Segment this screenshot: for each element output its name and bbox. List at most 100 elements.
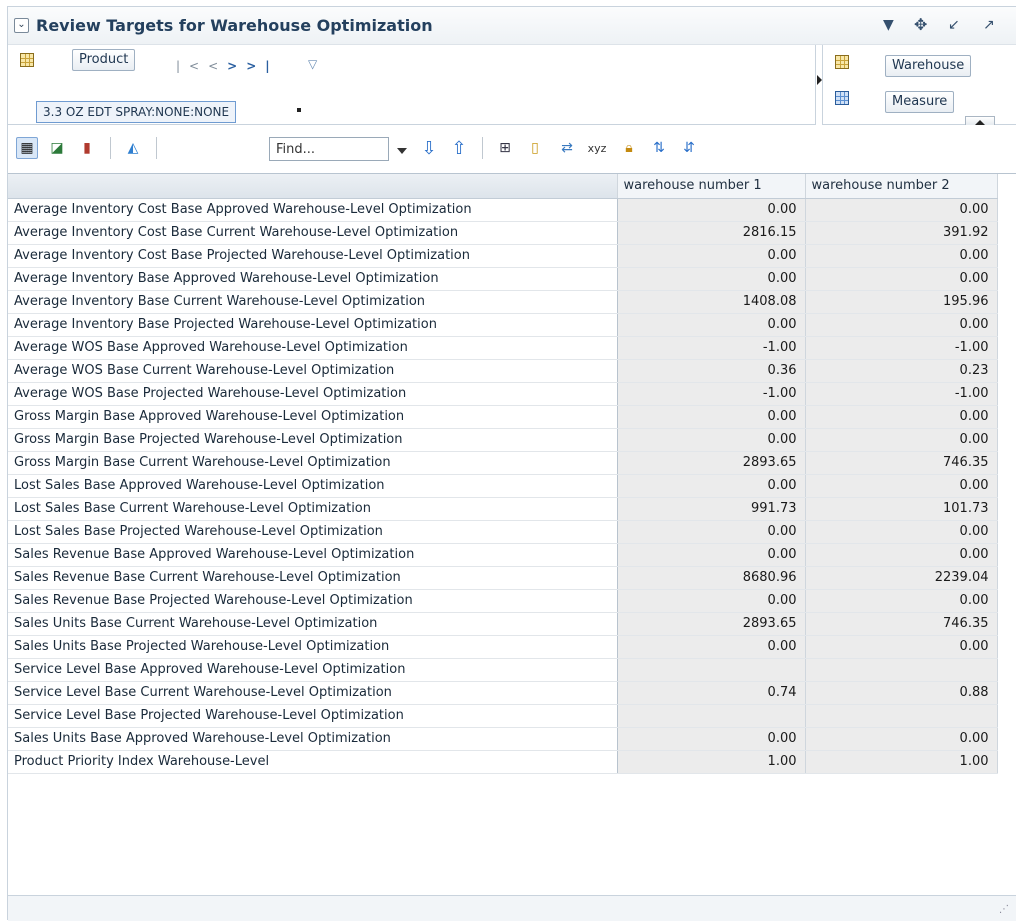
cell-warehouse-1[interactable]: 2816.15 xyxy=(617,221,806,245)
cell-warehouse-1[interactable]: 0.00 xyxy=(617,267,806,291)
row-header-measure[interactable]: Service Level Base Approved Warehouse-Le… xyxy=(8,658,618,682)
cell-warehouse-1[interactable]: -1.00 xyxy=(617,336,806,360)
cell-warehouse-2[interactable]: 0.00 xyxy=(805,543,998,567)
filter-icon[interactable]: ▽ xyxy=(308,57,317,71)
swap-axes-icon[interactable]: ⇄ xyxy=(556,137,578,159)
row-header-measure[interactable]: Lost Sales Base Approved Warehouse-Level… xyxy=(8,474,618,498)
row-header-measure[interactable]: Average Inventory Cost Base Approved War… xyxy=(8,198,618,222)
cell-warehouse-2[interactable]: 0.00 xyxy=(805,727,998,751)
cell-warehouse-1[interactable]: 0.00 xyxy=(617,727,806,751)
cell-warehouse-2[interactable]: 101.73 xyxy=(805,497,998,521)
cell-warehouse-1[interactable]: 0.00 xyxy=(617,543,806,567)
cell-warehouse-2[interactable]: 0.00 xyxy=(805,635,998,659)
last-member-icon[interactable]: >| xyxy=(246,59,278,73)
cell-warehouse-2[interactable]: -1.00 xyxy=(805,382,998,406)
cell-warehouse-1[interactable]: 0.00 xyxy=(617,198,806,222)
find-previous-icon[interactable]: ⇧ xyxy=(448,137,470,159)
cell-warehouse-1[interactable]: 0.00 xyxy=(617,474,806,498)
next-member-icon[interactable]: > xyxy=(227,59,246,73)
cell-warehouse-1[interactable]: 2893.65 xyxy=(617,451,806,475)
row-header-measure[interactable]: Lost Sales Base Projected Warehouse-Leve… xyxy=(8,520,618,544)
cell-warehouse-2[interactable]: 0.88 xyxy=(805,681,998,705)
bar-chart-icon[interactable]: ▮ xyxy=(76,137,98,159)
cell-warehouse-1[interactable]: 2893.65 xyxy=(617,612,806,636)
cell-warehouse-1[interactable]: 1.00 xyxy=(617,750,806,774)
row-header-measure[interactable]: Gross Margin Base Projected Warehouse-Le… xyxy=(8,428,618,452)
maximize-icon[interactable]: ↗ xyxy=(983,17,995,33)
cell-warehouse-1[interactable]: 0.00 xyxy=(617,405,806,429)
row-header-measure[interactable]: Service Level Base Current Warehouse-Lev… xyxy=(8,681,618,705)
row-header-measure[interactable]: Gross Margin Base Approved Warehouse-Lev… xyxy=(8,405,618,429)
cell-warehouse-1[interactable]: 991.73 xyxy=(617,497,806,521)
row-header-measure[interactable]: Gross Margin Base Current Warehouse-Leve… xyxy=(8,451,618,475)
row-header-measure[interactable]: Sales Revenue Base Projected Warehouse-L… xyxy=(8,589,618,613)
cell-warehouse-2[interactable]: 391.92 xyxy=(805,221,998,245)
cell-warehouse-2[interactable] xyxy=(805,704,998,728)
cell-warehouse-2[interactable]: 0.23 xyxy=(805,359,998,383)
find-next-icon[interactable]: ⇩ xyxy=(418,137,440,159)
row-header-measure[interactable]: Lost Sales Base Current Warehouse-Level … xyxy=(8,497,618,521)
cell-warehouse-1[interactable]: 0.00 xyxy=(617,635,806,659)
cell-warehouse-2[interactable]: 2239.04 xyxy=(805,566,998,590)
cell-warehouse-2[interactable]: 0.00 xyxy=(805,198,998,222)
find-input[interactable] xyxy=(269,137,389,161)
first-member-icon[interactable]: |< xyxy=(176,59,208,73)
row-header-measure[interactable]: Average Inventory Base Current Warehouse… xyxy=(8,290,618,314)
resize-grip-icon[interactable]: ⋰ xyxy=(999,904,1009,915)
cell-warehouse-1[interactable]: 0.00 xyxy=(617,428,806,452)
collapse-icon[interactable]: ⌄ xyxy=(14,18,29,33)
export-icon[interactable]: ⊞ xyxy=(494,137,516,159)
cell-warehouse-1[interactable]: 0.00 xyxy=(617,589,806,613)
measure-dimension-tile[interactable]: Measure xyxy=(885,91,955,113)
row-header-measure[interactable]: Sales Units Base Projected Warehouse-Lev… xyxy=(8,635,618,659)
row-header-measure[interactable]: Sales Revenue Base Current Warehouse-Lev… xyxy=(8,566,618,590)
column-header-warehouse-1[interactable]: warehouse number 1 xyxy=(617,174,806,199)
row-header-measure[interactable]: Average WOS Base Current Warehouse-Level… xyxy=(8,359,618,383)
column-header-warehouse-2[interactable]: warehouse number 2 xyxy=(805,174,998,199)
cell-warehouse-1[interactable]: 0.00 xyxy=(617,244,806,268)
cell-warehouse-1[interactable]: 0.00 xyxy=(617,313,806,337)
column-layout-icon[interactable]: ▯ xyxy=(524,137,546,159)
cell-warehouse-1[interactable]: 8680.96 xyxy=(617,566,806,590)
row-header-measure[interactable]: Product Priority Index Warehouse-Level xyxy=(8,750,618,774)
row-header-measure[interactable]: Average Inventory Cost Base Current Ware… xyxy=(8,221,618,245)
row-header-measure[interactable]: Average WOS Base Projected Warehouse-Lev… xyxy=(8,382,618,406)
cell-warehouse-2[interactable]: 0.00 xyxy=(805,405,998,429)
cell-warehouse-2[interactable] xyxy=(805,658,998,682)
row-header-measure[interactable]: Average WOS Base Approved Warehouse-Leve… xyxy=(8,336,618,360)
area-chart-icon[interactable]: ◭ xyxy=(122,137,144,159)
cell-warehouse-2[interactable]: 1.00 xyxy=(805,750,998,774)
cell-warehouse-2[interactable]: 195.96 xyxy=(805,290,998,314)
chart-table-view-icon[interactable]: ◪ xyxy=(46,137,68,159)
row-header-measure[interactable]: Average Inventory Base Projected Warehou… xyxy=(8,313,618,337)
cell-warehouse-2[interactable]: 0.00 xyxy=(805,244,998,268)
row-header-measure[interactable]: Service Level Base Projected Warehouse-L… xyxy=(8,704,618,728)
warehouse-dimension-tile[interactable]: Warehouse xyxy=(885,55,972,77)
cell-warehouse-2[interactable]: 746.35 xyxy=(805,451,998,475)
cell-warehouse-2[interactable]: 0.00 xyxy=(805,589,998,613)
cell-warehouse-1[interactable]: -1.00 xyxy=(617,382,806,406)
cell-warehouse-1[interactable]: 0.36 xyxy=(617,359,806,383)
lock-icon[interactable]: 🔒︎ xyxy=(618,137,640,159)
current-member-selector[interactable]: 3.3 OZ EDT SPRAY:NONE:NONE xyxy=(36,101,237,123)
cell-warehouse-2[interactable]: 0.00 xyxy=(805,474,998,498)
cell-warehouse-2[interactable]: 0.00 xyxy=(805,520,998,544)
cell-warehouse-1[interactable]: 0.74 xyxy=(617,681,806,705)
cell-warehouse-1[interactable] xyxy=(617,704,806,728)
cell-warehouse-2[interactable]: 746.35 xyxy=(805,612,998,636)
cell-warehouse-2[interactable]: 0.00 xyxy=(805,267,998,291)
dropdown-icon[interactable]: ▼ xyxy=(883,17,894,33)
row-header-measure[interactable]: Average Inventory Base Approved Warehous… xyxy=(8,267,618,291)
row-header-measure[interactable]: Sales Units Base Approved Warehouse-Leve… xyxy=(8,727,618,751)
move-icon[interactable]: ✥ xyxy=(914,15,927,34)
sort-descending-icon[interactable]: ⇵ xyxy=(678,137,700,159)
previous-member-icon[interactable]: < xyxy=(208,59,227,73)
find-dropdown-icon[interactable] xyxy=(397,148,407,154)
xyz-format-icon[interactable]: xyz xyxy=(586,137,608,159)
cell-warehouse-2[interactable]: 0.00 xyxy=(805,428,998,452)
cell-warehouse-2[interactable]: -1.00 xyxy=(805,336,998,360)
cell-warehouse-1[interactable]: 1408.08 xyxy=(617,290,806,314)
cell-warehouse-1[interactable] xyxy=(617,658,806,682)
product-dimension-tile[interactable]: Product xyxy=(72,49,136,71)
cell-warehouse-1[interactable]: 0.00 xyxy=(617,520,806,544)
